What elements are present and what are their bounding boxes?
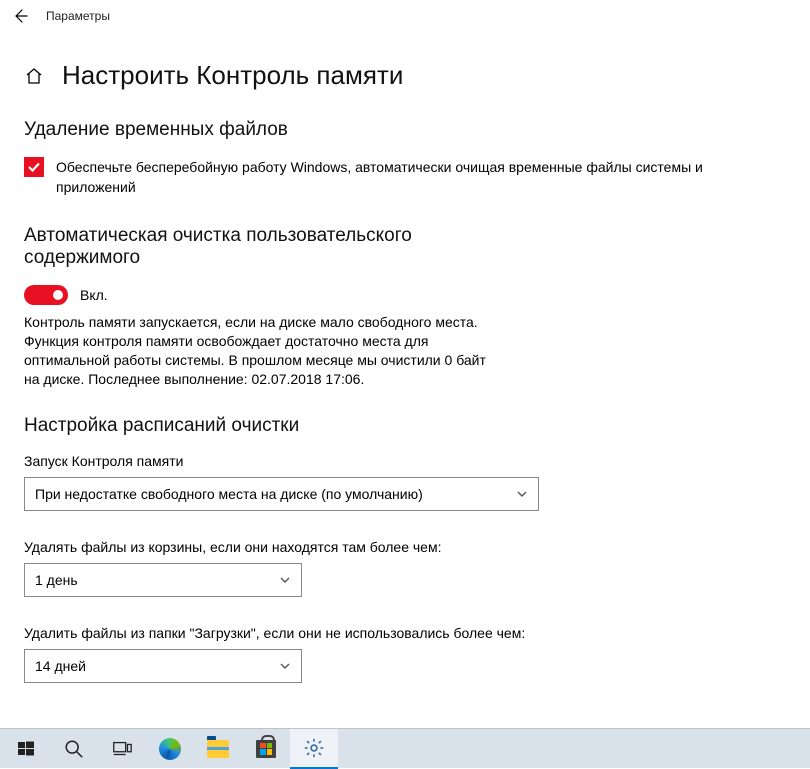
checkbox-temp-files-row: Обеспечьте бесперебойную работу Windows,… — [24, 157, 786, 197]
search-icon — [63, 738, 85, 760]
taskbar-store[interactable] — [242, 729, 290, 769]
back-button[interactable] — [8, 4, 32, 28]
chevron-down-icon — [516, 488, 528, 500]
checkbox-temp-files[interactable] — [24, 157, 44, 177]
dropdown-run-value: При недостатке свободного места на диске… — [35, 486, 423, 502]
taskbar-explorer[interactable] — [194, 729, 242, 769]
checkbox-temp-files-label: Обеспечьте бесперебойную работу Windows,… — [56, 157, 786, 197]
arrow-left-icon — [12, 8, 28, 24]
edge-icon — [159, 738, 181, 760]
windows-icon — [18, 741, 34, 757]
dropdown-downloads[interactable]: 14 дней — [24, 649, 302, 683]
dropdown-run-schedule[interactable]: При недостатке свободного места на диске… — [24, 477, 539, 511]
dropdown-downloads-value: 14 дней — [35, 658, 86, 674]
page-header: Настроить Контроль памяти — [24, 60, 786, 91]
section-auto-cleanup-heading: Автоматическая очистка пользовательского… — [24, 225, 524, 269]
window-title: Параметры — [46, 9, 110, 23]
section-schedule-heading: Настройка расписаний очистки — [24, 415, 786, 437]
auto-cleanup-description: Контроль памяти запускается, если на дис… — [24, 313, 504, 389]
gear-icon — [303, 737, 325, 759]
chevron-down-icon — [279, 660, 291, 672]
toggle-storage-sense[interactable] — [24, 285, 68, 305]
page-title: Настроить Контроль памяти — [62, 60, 403, 91]
dropdown-recycle-value: 1 день — [35, 572, 78, 588]
toggle-knob — [53, 290, 63, 300]
taskbar-settings[interactable] — [290, 729, 338, 769]
checkmark-icon — [27, 160, 41, 174]
section-temp-files-heading: Удаление временных файлов — [24, 119, 786, 141]
titlebar: Параметры — [0, 0, 810, 32]
downloads-label: Удалить файлы из папки "Загрузки", если … — [24, 625, 544, 641]
microsoft-store-icon — [256, 740, 276, 758]
chevron-down-icon — [279, 574, 291, 586]
home-icon[interactable] — [24, 66, 44, 86]
task-view-icon — [111, 738, 133, 760]
taskbar-edge[interactable] — [146, 729, 194, 769]
dropdown-recycle-bin[interactable]: 1 день — [24, 563, 302, 597]
recycle-bin-label: Удалять файлы из корзины, если они наход… — [24, 539, 544, 555]
toggle-storage-sense-row: Вкл. — [24, 285, 786, 305]
start-button[interactable] — [2, 729, 50, 769]
taskbar-search[interactable] — [50, 729, 98, 769]
toggle-state-label: Вкл. — [80, 287, 108, 303]
run-schedule-label: Запуск Контроля памяти — [24, 453, 544, 469]
taskbar-taskview[interactable] — [98, 729, 146, 769]
taskbar — [0, 728, 810, 768]
file-explorer-icon — [207, 740, 229, 758]
content-area: Настроить Контроль памяти Удаление време… — [0, 32, 810, 683]
